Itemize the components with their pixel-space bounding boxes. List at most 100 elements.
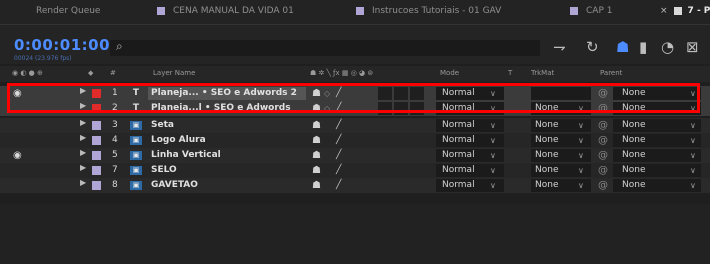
column-header-parent[interactable]: Parent — [600, 69, 622, 77]
layer-name[interactable]: Seta — [151, 118, 174, 133]
eye-icon[interactable]: ◉ — [13, 148, 22, 163]
chevron-down-icon: ∨ — [578, 151, 584, 160]
layer-row[interactable]: ◉ ▶ 5 ▣ Linha Vertical ☗ ╱ Normal ∨ None… — [0, 148, 710, 163]
layer-number: 7 — [112, 165, 118, 175]
image-layer-icon: ▣ — [130, 136, 142, 145]
layer-row[interactable]: ▶ 7 ▣ SELO ☗ ╱ Normal ∨ None ∨ @ None ∨ — [0, 163, 710, 178]
label-column-icon: ◆ — [88, 69, 94, 77]
expand-triangle-icon[interactable]: ▶ — [80, 163, 86, 172]
highlight-annotation-box — [7, 83, 700, 113]
layer-row[interactable]: ▶ 3 ▣ Seta ☗ ╱ Normal ∨ None ∨ @ None ∨ — [0, 118, 710, 133]
parent-value: None — [622, 180, 646, 190]
quality-switch-icon[interactable]: ╱ — [336, 148, 341, 163]
chevron-down-icon: ∨ — [690, 151, 696, 160]
tab-label: Render Queue — [36, 6, 101, 16]
pick-whip-icon[interactable]: @ — [598, 178, 608, 193]
chevron-down-icon: ∨ — [690, 181, 696, 190]
image-layer-icon: ▣ — [130, 181, 142, 190]
label-color-swatch[interactable] — [92, 166, 101, 175]
expand-triangle-icon[interactable]: ▶ — [80, 133, 86, 142]
comp-mini-flowchart-icon[interactable]: ⇁ — [553, 38, 566, 56]
layer-row[interactable]: ▶ 4 ▣ Logo Alura ☗ ╱ Normal ∨ None ∨ @ N… — [0, 133, 710, 148]
graph-editor-icon[interactable]: ⊠ — [686, 38, 699, 56]
chevron-down-icon: ∨ — [578, 121, 584, 130]
empty-layer-area — [0, 204, 710, 264]
switches-header-icons: ☗ ✲ ╲ ƒx ▦ ◎ ◕ ⊚ — [310, 69, 374, 77]
expand-triangle-icon[interactable]: ▶ — [80, 178, 86, 187]
label-color-swatch[interactable] — [92, 151, 101, 160]
current-time-display[interactable]: 0:00:01:00 — [14, 36, 110, 54]
chevron-down-icon: ∨ — [578, 181, 584, 190]
chevron-down-icon: ∨ — [490, 181, 496, 190]
layer-name[interactable]: Linha Vertical — [151, 148, 221, 163]
frame-blending-icon[interactable]: ▮ — [639, 38, 647, 56]
trkmat-value: None — [535, 120, 559, 130]
expand-triangle-icon[interactable]: ▶ — [80, 118, 86, 127]
tab-cap-1[interactable]: CAP 1 — [570, 0, 612, 26]
av-features-icons: ◉ ◐ ● ⊕ — [12, 69, 43, 77]
shy-switch-icon[interactable]: ☗ — [312, 178, 321, 193]
chevron-down-icon: ∨ — [690, 121, 696, 130]
parent-value: None — [622, 150, 646, 160]
chevron-down-icon: ∨ — [578, 136, 584, 145]
shy-layers-icon[interactable]: ☗ — [616, 38, 629, 56]
label-color-swatch — [356, 6, 364, 15]
layer-number: 4 — [112, 135, 118, 145]
chevron-down-icon: ∨ — [578, 166, 584, 175]
quality-switch-icon[interactable]: ╱ — [336, 163, 341, 178]
draft-3d-icon[interactable]: ↻ — [586, 38, 599, 56]
motion-blur-icon[interactable]: ◔ — [661, 38, 674, 56]
label-color-swatch[interactable] — [92, 121, 101, 130]
label-color-swatch — [570, 6, 578, 15]
tab-label: CAP 1 — [586, 6, 613, 16]
parent-value: None — [622, 165, 646, 175]
quality-switch-icon[interactable]: ╱ — [336, 118, 341, 133]
expand-triangle-icon[interactable]: ▶ — [80, 148, 86, 157]
layer-name[interactable]: GAVETAO — [151, 178, 198, 193]
comp-tab-bar: Render Queue CENA MANUAL DA VIDA 01 Inst… — [0, 0, 710, 26]
layer-name[interactable]: SELO — [151, 163, 177, 178]
tab-label: 7 - PI — [687, 6, 710, 16]
parent-value: None — [622, 120, 646, 130]
quality-switch-icon[interactable]: ╱ — [336, 178, 341, 193]
label-color-swatch[interactable] — [92, 181, 101, 190]
pick-whip-icon[interactable]: @ — [598, 133, 608, 148]
parent-value: None — [622, 135, 646, 145]
pick-whip-icon[interactable]: @ — [598, 118, 608, 133]
tab-cena-manual[interactable]: CENA MANUAL DA VIDA 01 — [157, 0, 294, 26]
column-header-t: T — [508, 69, 513, 77]
layer-row[interactable]: ▶ 8 ▣ GAVETAO ☗ ╱ Normal ∨ None ∨ @ None… — [0, 178, 710, 193]
layer-name[interactable]: Logo Alura — [151, 133, 206, 148]
column-header-layer-name[interactable]: Layer Name — [153, 69, 195, 77]
layer-number: 8 — [112, 180, 118, 190]
frame-rate-display: 00024 (23.976 fps) — [14, 55, 72, 62]
quality-switch-icon[interactable]: ╱ — [336, 133, 341, 148]
pick-whip-icon[interactable]: @ — [598, 148, 608, 163]
chevron-down-icon: ∨ — [490, 151, 496, 160]
close-icon[interactable]: × — [660, 6, 668, 16]
trkmat-value: None — [535, 150, 559, 160]
chevron-down-icon: ∨ — [490, 121, 496, 130]
label-color-swatch — [157, 6, 165, 15]
search-input[interactable] — [110, 40, 540, 56]
trkmat-value: None — [535, 165, 559, 175]
column-header-trkmat[interactable]: TrkMat — [531, 69, 554, 77]
shy-switch-icon[interactable]: ☗ — [312, 118, 321, 133]
shy-switch-icon[interactable]: ☗ — [312, 163, 321, 178]
divider — [0, 24, 710, 25]
tab-instrucoes[interactable]: Instrucoes Tutoriais - 01 GAV — [356, 0, 501, 26]
pick-whip-icon[interactable]: @ — [598, 163, 608, 178]
chevron-down-icon: ∨ — [490, 166, 496, 175]
tab-label: Instrucoes Tutoriais - 01 GAV — [372, 6, 502, 16]
layer-number: 3 — [112, 120, 118, 130]
tab-active-comp[interactable]: × 7 - PI — [660, 0, 710, 26]
tab-label: CENA MANUAL DA VIDA 01 — [173, 6, 294, 16]
mode-value: Normal — [442, 150, 475, 160]
label-color-swatch[interactable] — [92, 136, 101, 145]
tab-render-queue[interactable]: Render Queue — [36, 0, 100, 26]
shy-switch-icon[interactable]: ☗ — [312, 133, 321, 148]
shy-switch-icon[interactable]: ☗ — [312, 148, 321, 163]
chevron-down-icon: ∨ — [690, 136, 696, 145]
column-header-mode[interactable]: Mode — [440, 69, 459, 77]
search-icon: ⌕ — [116, 39, 123, 53]
